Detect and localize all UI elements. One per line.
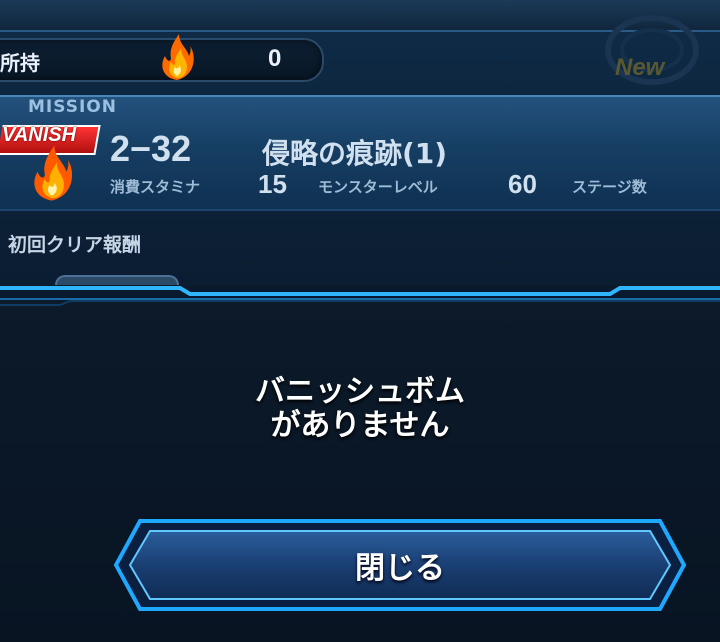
dialog-top-border [0, 286, 720, 306]
first-clear-reward-label: 初回クリア報酬 [8, 234, 142, 256]
dialog-message-line-2: がありません [270, 408, 450, 443]
vanish-bomb-fire-icon [34, 145, 73, 201]
stage-name: 侵略の痕跡(1) [262, 137, 448, 170]
dialog-message: バニッシュボム がありません [0, 375, 720, 443]
close-button[interactable] [112, 515, 688, 615]
monster-level-value: 60 [508, 169, 537, 199]
stamina-label: 消費スタミナ [110, 178, 201, 196]
dialog-message-line-1: バニッシュボム [255, 374, 465, 409]
mission-category: MISSION [28, 97, 117, 117]
fire-icon [162, 34, 194, 80]
monster-level-label: モンスターレベル [318, 178, 438, 196]
owned-value: 0 [268, 45, 282, 72]
new-badge-label: New [615, 54, 665, 81]
stage-id: 2−32 [110, 128, 192, 169]
stamina-value: 15 [258, 169, 287, 199]
owned-label: 所持 [0, 51, 40, 75]
stage-count-label: ステージ数 [572, 178, 647, 196]
